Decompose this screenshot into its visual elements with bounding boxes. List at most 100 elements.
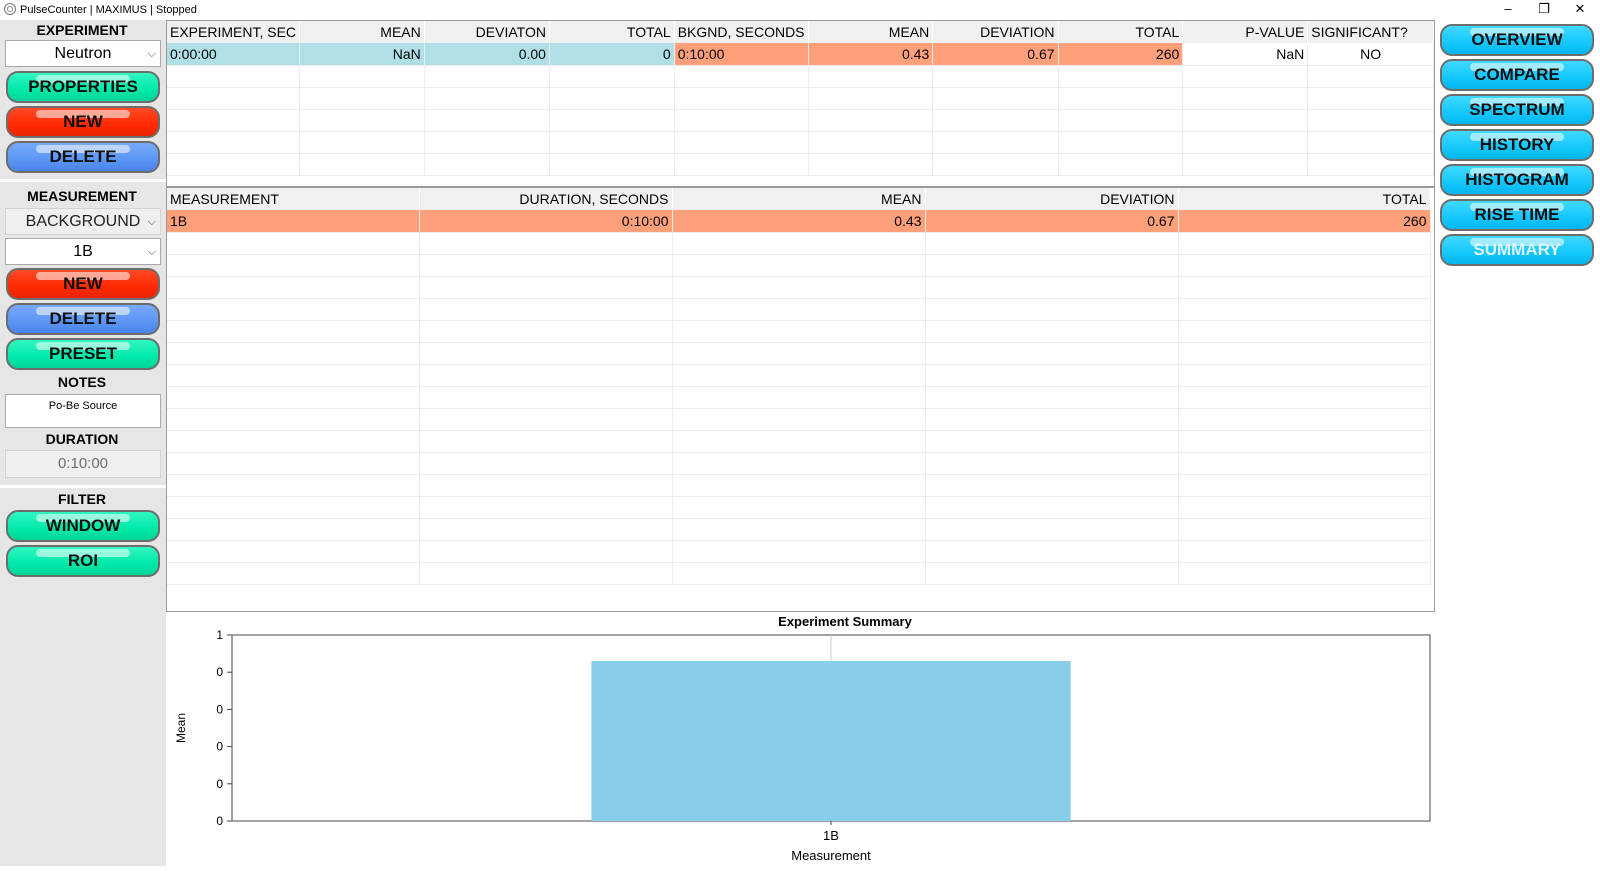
table-cell[interactable] bbox=[549, 153, 675, 176]
table-cell[interactable] bbox=[167, 430, 420, 453]
table-cell[interactable] bbox=[167, 364, 420, 387]
summary-header-6[interactable]: DEVIATION bbox=[932, 21, 1059, 43]
table-cell[interactable] bbox=[167, 540, 420, 563]
table-cell[interactable] bbox=[932, 131, 1059, 154]
table-cell[interactable] bbox=[1182, 65, 1309, 88]
table-cell[interactable] bbox=[299, 131, 425, 154]
table-cell[interactable] bbox=[1178, 474, 1431, 497]
table-cell[interactable] bbox=[167, 232, 420, 255]
table-cell[interactable] bbox=[925, 298, 1179, 321]
notes-field[interactable]: Po-Be Source bbox=[5, 394, 161, 428]
table-cell[interactable] bbox=[925, 364, 1179, 387]
table-row[interactable] bbox=[167, 540, 1431, 563]
table-cell[interactable] bbox=[1178, 276, 1431, 299]
overview-button[interactable]: OVERVIEW bbox=[1440, 24, 1594, 56]
table-cell[interactable] bbox=[1178, 298, 1431, 321]
table-cell[interactable] bbox=[299, 109, 425, 132]
delete-experiment-button[interactable]: DELETE bbox=[6, 141, 160, 173]
measurement-grid[interactable]: MEASUREMENT DURATION, SECONDS MEAN DEVIATIO… bbox=[166, 187, 1435, 612]
table-row[interactable]: 1B 0:10:00 0.43 0.67 260 bbox=[167, 210, 1431, 233]
table-cell[interactable]: 260 bbox=[1178, 210, 1431, 233]
table-cell[interactable] bbox=[925, 276, 1179, 299]
table-cell[interactable] bbox=[1178, 562, 1431, 585]
new-experiment-button[interactable]: NEW bbox=[6, 106, 160, 138]
table-cell[interactable] bbox=[808, 65, 934, 88]
roi-filter-button[interactable]: ROI bbox=[6, 545, 160, 577]
experiment-select[interactable]: Neutron ⌵ bbox=[5, 40, 161, 67]
table-row[interactable] bbox=[167, 430, 1431, 453]
table-cell[interactable] bbox=[1307, 65, 1434, 88]
table-cell[interactable] bbox=[1307, 153, 1434, 176]
summary-grid[interactable]: EXPERIMENT, SEC MEAN DEVIATON TOTAL BKGND, S… bbox=[166, 20, 1435, 187]
table-cell[interactable] bbox=[1058, 65, 1184, 88]
table-row[interactable] bbox=[167, 254, 1431, 277]
summary-button[interactable]: SUMMARY bbox=[1440, 234, 1594, 266]
table-cell[interactable] bbox=[932, 153, 1059, 176]
table-row[interactable] bbox=[167, 408, 1431, 431]
table-cell[interactable] bbox=[424, 109, 550, 132]
measurement-header-2[interactable]: MEAN bbox=[672, 188, 926, 210]
table-cell[interactable] bbox=[419, 474, 673, 497]
table-cell[interactable] bbox=[1178, 342, 1431, 365]
summary-header-7[interactable]: TOTAL bbox=[1058, 21, 1184, 43]
table-cell[interactable] bbox=[1178, 452, 1431, 475]
table-cell[interactable] bbox=[672, 452, 926, 475]
table-cell[interactable] bbox=[672, 254, 926, 277]
table-cell[interactable] bbox=[419, 540, 673, 563]
table-cell[interactable] bbox=[932, 87, 1059, 110]
table-row[interactable] bbox=[167, 298, 1431, 321]
properties-button[interactable]: PROPERTIES bbox=[6, 71, 160, 103]
table-cell[interactable] bbox=[424, 87, 550, 110]
summary-header-3[interactable]: TOTAL bbox=[549, 21, 675, 43]
table-cell[interactable] bbox=[1058, 131, 1184, 154]
table-cell[interactable] bbox=[549, 87, 675, 110]
spectrum-button[interactable]: SPECTRUM bbox=[1440, 94, 1594, 126]
table-cell[interactable] bbox=[1178, 518, 1431, 541]
table-row[interactable] bbox=[167, 518, 1431, 541]
table-cell[interactable] bbox=[925, 452, 1179, 475]
close-button[interactable]: ✕ bbox=[1562, 0, 1598, 20]
table-cell[interactable] bbox=[672, 540, 926, 563]
table-cell[interactable] bbox=[932, 109, 1059, 132]
preset-button[interactable]: PRESET bbox=[6, 338, 160, 370]
table-cell[interactable] bbox=[167, 298, 420, 321]
table-cell[interactable] bbox=[674, 109, 809, 132]
table-cell[interactable]: 0.43 bbox=[808, 43, 934, 66]
new-measurement-button[interactable]: NEW bbox=[6, 268, 160, 300]
table-cell[interactable] bbox=[167, 153, 301, 176]
table-row[interactable] bbox=[167, 320, 1431, 343]
table-cell[interactable] bbox=[1178, 496, 1431, 519]
summary-header-1[interactable]: MEAN bbox=[299, 21, 425, 43]
table-cell[interactable] bbox=[419, 496, 673, 519]
table-cell[interactable] bbox=[1058, 87, 1184, 110]
table-cell[interactable] bbox=[1178, 386, 1431, 409]
table-cell[interactable]: NaN bbox=[299, 43, 425, 66]
table-cell[interactable] bbox=[419, 452, 673, 475]
table-cell[interactable] bbox=[1182, 87, 1309, 110]
table-cell[interactable] bbox=[167, 254, 420, 277]
table-row[interactable] bbox=[167, 153, 1434, 176]
table-row[interactable] bbox=[167, 562, 1431, 585]
table-cell[interactable]: 0:00:00 bbox=[167, 43, 301, 66]
table-cell[interactable] bbox=[672, 232, 926, 255]
table-cell[interactable] bbox=[925, 408, 1179, 431]
history-button[interactable]: HISTORY bbox=[1440, 129, 1594, 161]
table-cell[interactable] bbox=[167, 386, 420, 409]
table-cell[interactable] bbox=[419, 232, 673, 255]
table-row[interactable] bbox=[167, 474, 1431, 497]
summary-header-8[interactable]: P-VALUE bbox=[1182, 21, 1309, 43]
table-cell[interactable] bbox=[167, 452, 420, 475]
table-cell[interactable] bbox=[1182, 153, 1309, 176]
table-cell[interactable] bbox=[299, 153, 425, 176]
table-cell[interactable] bbox=[1058, 153, 1184, 176]
rise-time-button[interactable]: RISE TIME bbox=[1440, 199, 1594, 231]
table-cell[interactable] bbox=[167, 408, 420, 431]
table-row[interactable] bbox=[167, 496, 1431, 519]
table-cell[interactable] bbox=[672, 276, 926, 299]
table-cell[interactable]: 0 bbox=[549, 43, 675, 66]
table-row[interactable] bbox=[167, 109, 1434, 132]
table-cell[interactable] bbox=[672, 342, 926, 365]
table-cell[interactable] bbox=[549, 109, 675, 132]
table-cell[interactable] bbox=[419, 342, 673, 365]
table-row[interactable] bbox=[167, 232, 1431, 255]
